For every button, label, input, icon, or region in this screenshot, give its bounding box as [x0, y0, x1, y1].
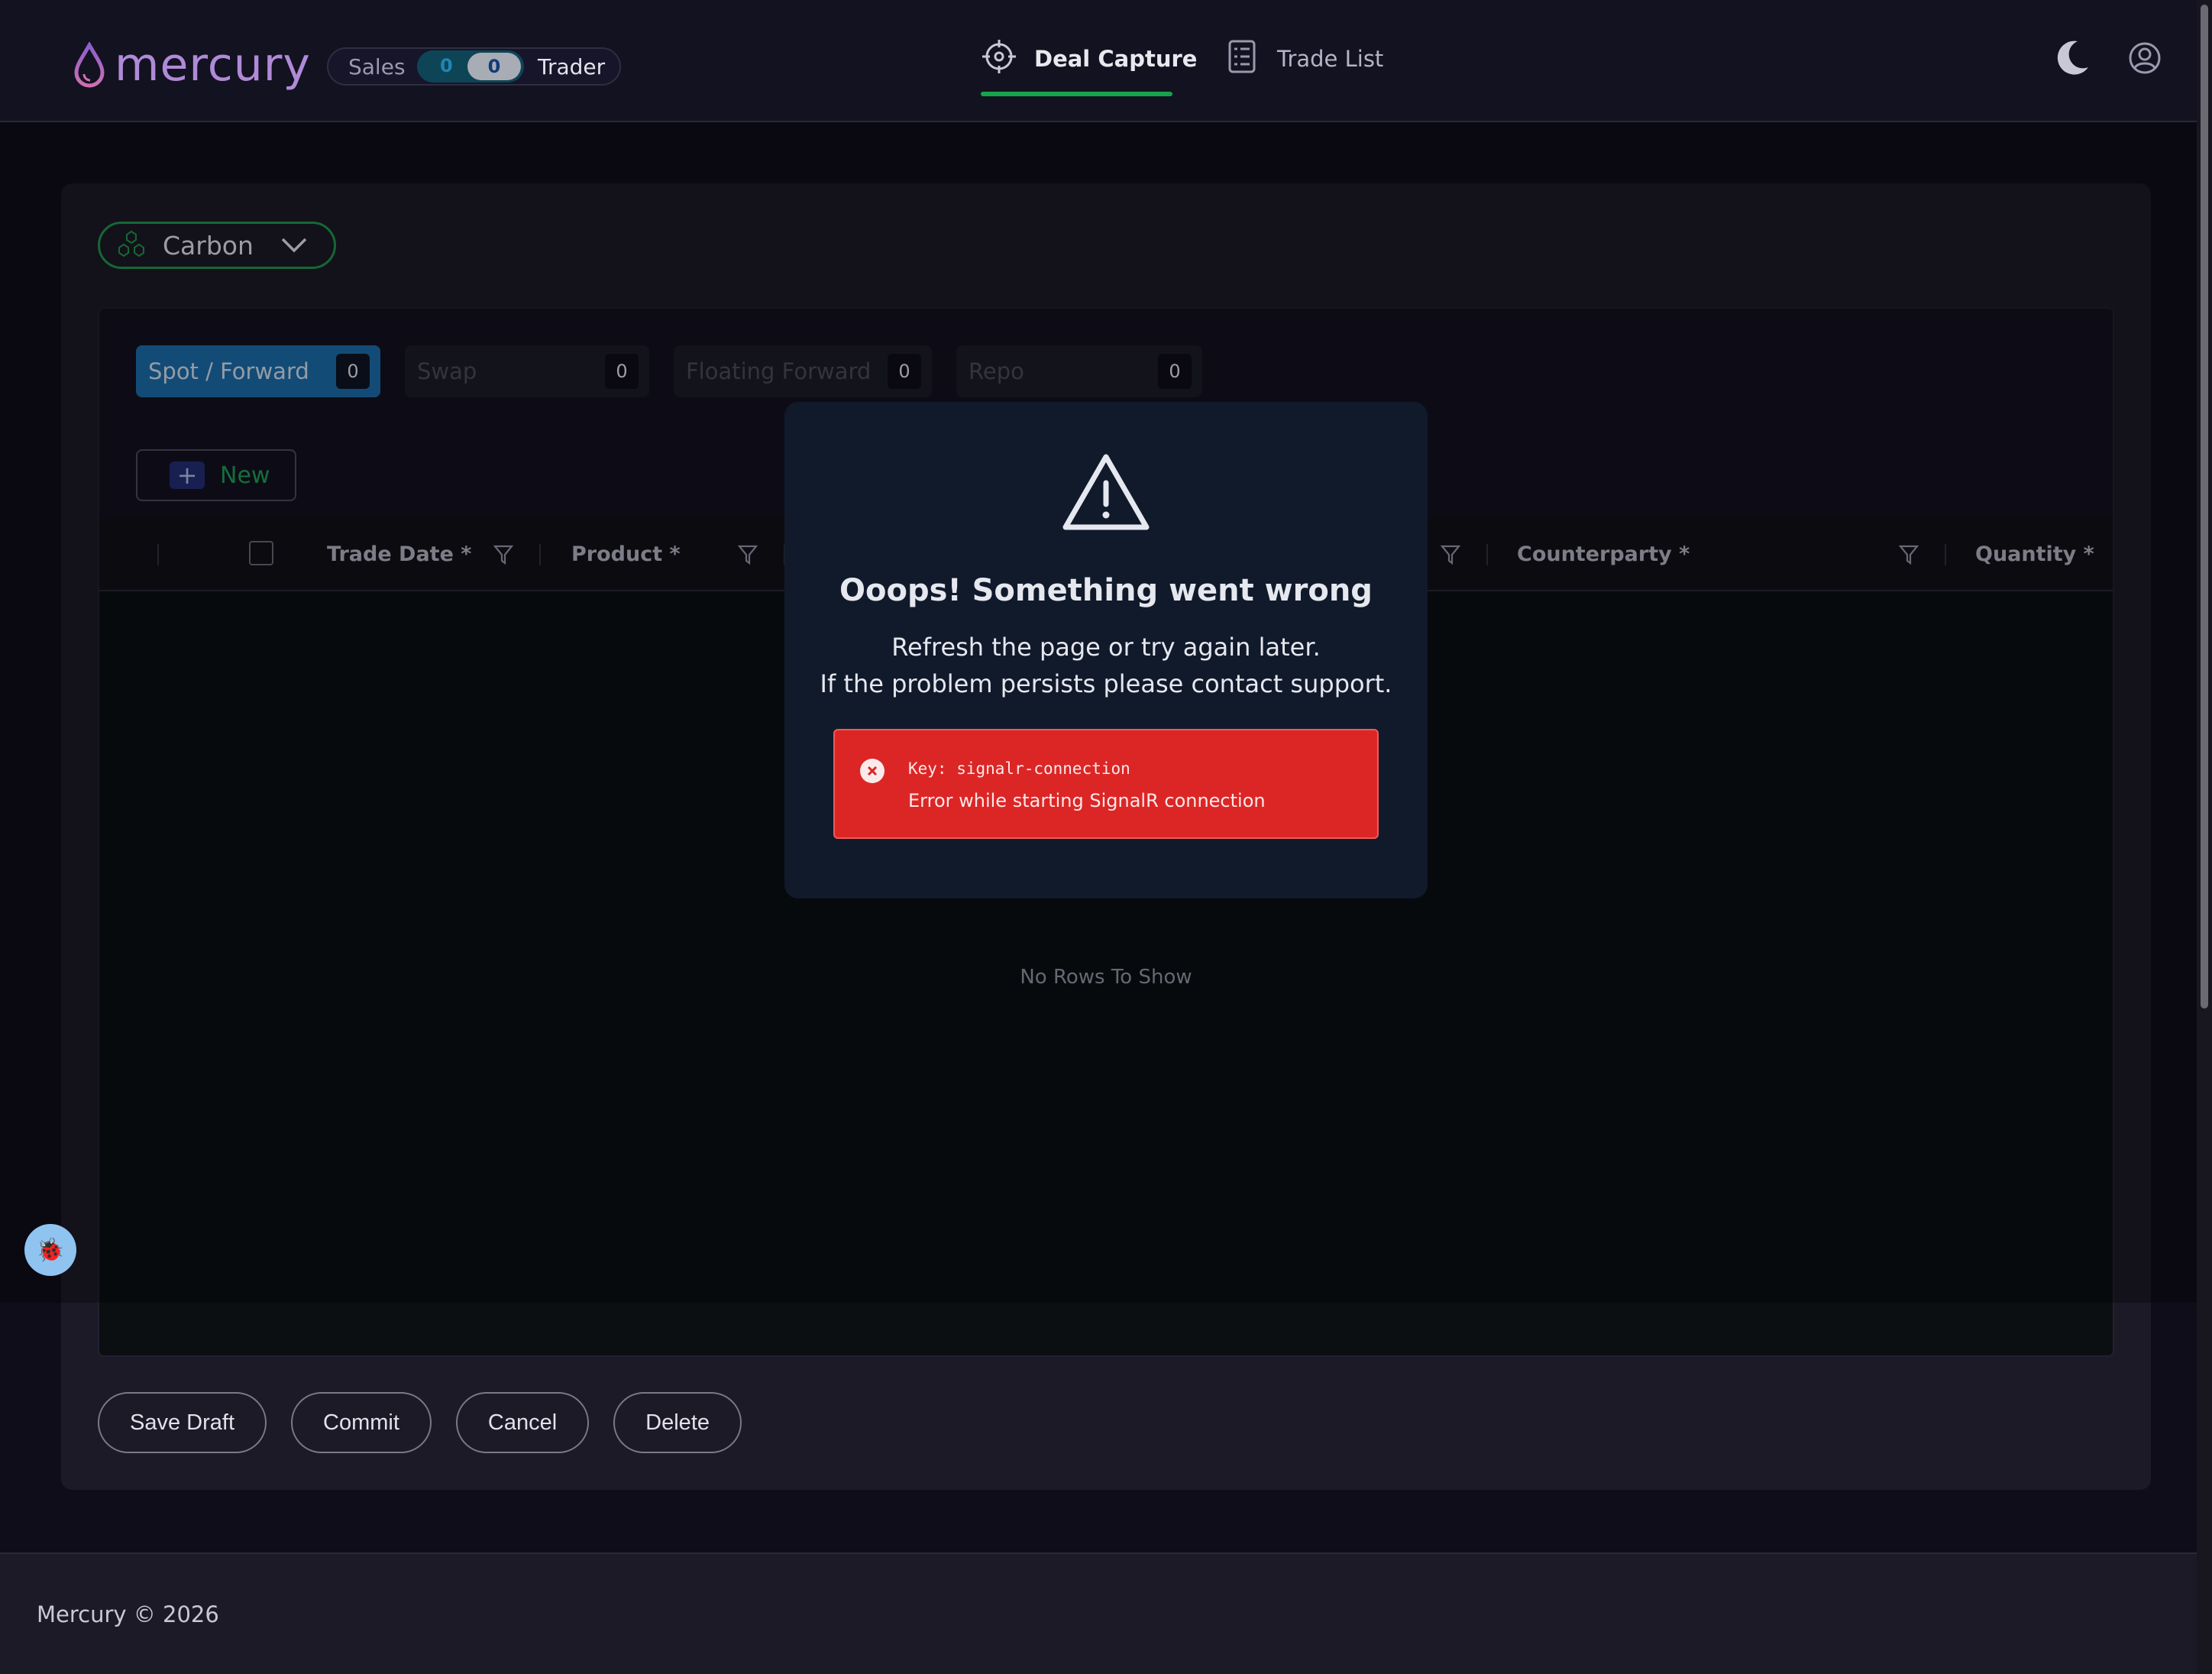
role-switch[interactable]: 0 0 [417, 50, 524, 83]
delete-button[interactable]: Delete [613, 1392, 742, 1453]
error-key: Key: signalr-connection [908, 759, 1130, 778]
sales-count: 0 [440, 55, 453, 76]
page-scrollbar[interactable] [2197, 0, 2212, 1674]
x-circle-icon [860, 759, 884, 783]
tab-trade-list-label: Trade List [1277, 46, 1384, 72]
list-icon [1228, 40, 1256, 73]
footer: Mercury © 2026 [0, 1553, 2212, 1674]
error-alert: Key: signalr-connection Error while star… [833, 729, 1379, 839]
error-subtitle: Refresh the page or try again later. [891, 633, 1321, 662]
warning-triangle-icon [1062, 454, 1150, 530]
droplet-logo-icon [74, 42, 105, 88]
trader-count: 0 [467, 53, 521, 80]
crosshair-icon [982, 40, 1016, 73]
save-draft-button[interactable]: Save Draft [98, 1392, 267, 1453]
scrollbar-thumb[interactable] [2201, 5, 2208, 1009]
tab-deal-capture-label: Deal Capture [1034, 46, 1198, 72]
error-title: Ooops! Something went wrong [839, 573, 1373, 608]
action-buttons: Save Draft Commit Cancel Delete [98, 1392, 766, 1453]
error-subtitle-support: If the problem persists please contact s… [820, 669, 1392, 698]
error-message: Error while starting SignalR connection [908, 790, 1266, 811]
role-toggle[interactable]: Sales 0 0 Trader [327, 47, 621, 86]
tab-trade-list[interactable]: Trade List [1224, 38, 1383, 96]
bug-icon[interactable]: 🐞 [24, 1224, 76, 1276]
commit-button[interactable]: Commit [291, 1392, 432, 1453]
moon-icon[interactable] [2055, 38, 2091, 79]
tab-deal-capture[interactable]: Deal Capture [981, 38, 1197, 96]
error-dialog: Ooops! Something went wrong Refresh the … [784, 402, 1428, 899]
user-circle-icon[interactable] [2128, 41, 2162, 75]
role-trader-label: Trader [538, 53, 606, 79]
cancel-button[interactable]: Cancel [455, 1392, 590, 1453]
active-tab-indicator [981, 92, 1172, 96]
app-name: mercury [115, 38, 311, 92]
footer-copyright: Mercury © 2026 [37, 1601, 219, 1627]
top-navbar: mercury Sales 0 0 Trader Deal Capture Tr… [0, 0, 2212, 122]
app-logo[interactable]: mercury [73, 38, 311, 92]
role-sales-label: Sales [348, 53, 406, 79]
